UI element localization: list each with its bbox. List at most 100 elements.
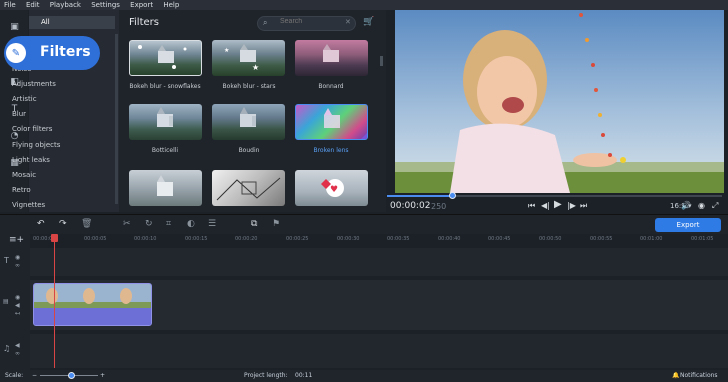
prev-frame-icon[interactable]: ◀|	[541, 201, 550, 210]
export-button[interactable]: Export	[655, 218, 721, 232]
filter-thumb-grayscale[interactable]	[129, 170, 202, 206]
castle-scene-icon	[240, 107, 256, 127]
menu-help[interactable]: Help	[163, 1, 179, 9]
color-adjust-icon[interactable]: ◐	[187, 219, 195, 229]
mute-icon[interactable]: ◀	[15, 342, 20, 349]
zoom-slider-handle[interactable]	[68, 372, 75, 379]
ruler-label: 00:00:50	[539, 236, 562, 242]
castle-scene-icon	[157, 107, 173, 127]
category-item[interactable]: Blur	[12, 110, 26, 118]
playhead-handle[interactable]	[51, 234, 58, 242]
menu-settings[interactable]: Settings	[91, 1, 120, 9]
snapshot-icon[interactable]: ◉	[698, 201, 705, 210]
cart-icon[interactable]: 🛒	[363, 17, 374, 27]
category-item[interactable]: Color filters	[12, 125, 52, 133]
video-preview[interactable]	[395, 10, 724, 193]
clip-properties-icon[interactable]: ☰	[208, 219, 216, 229]
filter-thumb-animated[interactable]: ♥	[295, 170, 368, 206]
close-icon[interactable]: ✕	[345, 18, 351, 26]
category-all[interactable]: All	[29, 16, 115, 29]
visibility-icon[interactable]: ◉	[15, 294, 20, 301]
menu-export[interactable]: Export	[130, 1, 153, 9]
ruler-label: 00:01:05	[691, 236, 714, 242]
rotate-icon[interactable]: ↻	[145, 219, 153, 229]
filter-label: Boudin	[238, 147, 260, 154]
filters-callout-label: Filters	[40, 44, 91, 60]
ruler-label: 00:01:00	[640, 236, 663, 242]
ruler-label: 00:00:15	[185, 236, 208, 242]
filter-thumb-boudin[interactable]	[212, 104, 285, 140]
bell-icon[interactable]: 🔔	[672, 370, 679, 382]
title-track-icon: T	[4, 256, 9, 265]
category-item[interactable]: Flying objects	[12, 141, 60, 149]
split-icon[interactable]: ✂	[123, 219, 131, 229]
category-item[interactable]: Retro	[12, 186, 31, 194]
video-clip[interactable]	[33, 283, 152, 326]
category-item[interactable]: Adjustments	[12, 80, 56, 88]
category-item[interactable]: Vignettes	[12, 201, 45, 209]
filter-label-selected: Broken lens	[313, 147, 349, 154]
filters-title: Filters	[129, 17, 159, 28]
menu-file[interactable]: File	[4, 1, 16, 9]
menu-edit[interactable]: Edit	[26, 1, 40, 9]
add-track-icon[interactable]: ≡+	[9, 235, 24, 245]
filter-thumb-bonnard[interactable]	[295, 40, 368, 76]
category-item[interactable]: Light leaks	[12, 156, 50, 164]
play-icon[interactable]: ▶	[554, 199, 562, 210]
filter-thumb-bokeh-stars[interactable]: ★ ★	[212, 40, 285, 76]
delete-icon[interactable]: 🗑	[81, 219, 92, 229]
video-track-icon: ▤	[3, 298, 9, 305]
link-icon[interactable]: ∞	[15, 350, 20, 357]
castle-scene-icon	[157, 175, 173, 196]
next-frame-icon[interactable]: |▶	[567, 201, 576, 210]
overlay-icon[interactable]: ⧉	[251, 219, 257, 229]
visibility-icon[interactable]: ◉	[15, 254, 20, 261]
ruler-label: 00:00:55	[590, 236, 613, 242]
filter-thumb-broken-lens[interactable]	[295, 104, 368, 140]
audio-track-icon: ♫	[3, 344, 11, 353]
search-icon: ⌕	[263, 18, 268, 27]
filter-label: Bokeh blur - stars	[222, 83, 276, 90]
ruler-label: 00:00:30	[337, 236, 360, 242]
clip-thumbnails	[34, 284, 151, 325]
skip-start-icon[interactable]: ⏮	[528, 201, 535, 211]
zoom-out-icon[interactable]: −	[32, 370, 37, 382]
title-track[interactable]	[30, 248, 728, 276]
filter-label: Botticelli	[151, 147, 179, 154]
category-item[interactable]: Mosaic	[12, 171, 36, 179]
timecode-ms: 250	[431, 202, 447, 211]
filters-scrollbar[interactable]	[380, 56, 383, 66]
fullscreen-icon[interactable]: ⤢	[712, 201, 718, 211]
project-length-value: 00:11	[295, 372, 313, 379]
notifications-link[interactable]: Notifications	[680, 370, 718, 382]
menu-playback[interactable]: Playback	[50, 1, 81, 9]
ruler-label: 00:00:20	[235, 236, 258, 242]
redo-icon[interactable]: ↷	[59, 219, 67, 229]
ruler-label: 00:00:25	[286, 236, 309, 242]
ruler-label: 00:00:10	[134, 236, 157, 242]
lock-icon[interactable]: ↤	[15, 310, 20, 317]
undo-icon[interactable]: ↶	[37, 219, 45, 229]
mute-icon[interactable]: ◀	[15, 302, 20, 309]
filter-thumb-sketch[interactable]	[212, 170, 285, 206]
zoom-in-icon[interactable]: +	[100, 370, 105, 382]
import-icon[interactable]: ▣	[7, 19, 22, 34]
volume-icon[interactable]: 🔊	[681, 201, 691, 210]
filter-thumb-bokeh-snowflakes[interactable]	[129, 40, 202, 76]
category-scrollbar[interactable]	[115, 34, 118, 204]
link-icon[interactable]: ∞	[15, 262, 20, 269]
audio-track[interactable]	[30, 334, 728, 368]
playhead-line	[54, 238, 55, 368]
castle-scene-icon	[324, 108, 367, 139]
castle-scene-icon	[323, 44, 339, 62]
playback-progress-handle[interactable]	[449, 192, 456, 199]
marker-icon[interactable]: ⚑	[272, 219, 280, 229]
category-item[interactable]: Artistic	[12, 95, 37, 103]
filter-thumb-botticelli[interactable]	[129, 104, 202, 140]
svg-text:★: ★	[224, 47, 229, 54]
crop-icon[interactable]: ⌗	[166, 219, 171, 229]
castle-scene-icon: ★★	[224, 44, 259, 72]
filters-icon[interactable]: ✎	[6, 43, 26, 63]
search-input[interactable]	[280, 18, 340, 25]
skip-end-icon[interactable]: ⏭	[580, 201, 587, 211]
